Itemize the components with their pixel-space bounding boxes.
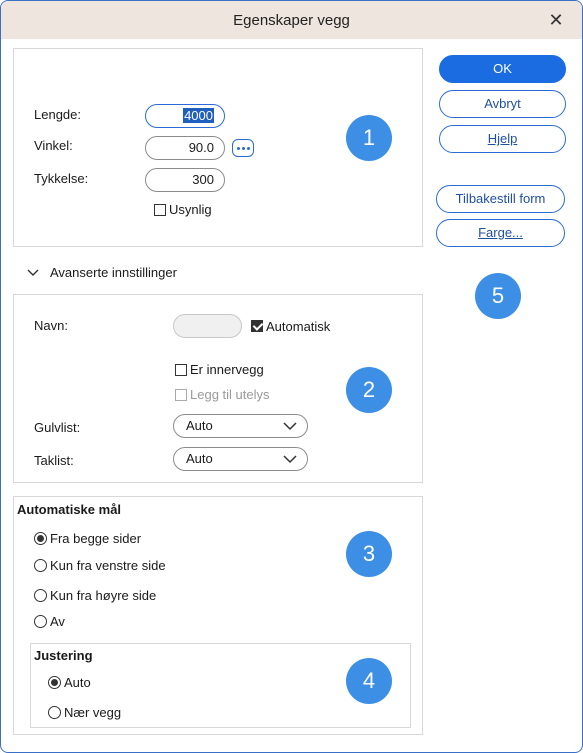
chevron-down-icon: [283, 455, 297, 464]
reset-shape-button-label: Tilbakestill form: [455, 191, 546, 206]
automatic-label: Automatisk: [266, 319, 331, 334]
wall-properties-dialog: Egenskaper vegg ✕ Lengde: 4000 Vinkel: 9…: [0, 0, 583, 753]
dialog-title: Egenskaper vegg: [233, 12, 350, 29]
ceiling-trim-label: Taklist:: [34, 453, 74, 468]
advanced-settings-label: Avanserte innstillinger: [50, 265, 177, 280]
inner-wall-label: Er innervegg: [190, 362, 264, 377]
color-button[interactable]: Farge...: [436, 219, 565, 247]
thickness-field[interactable]: 300: [145, 168, 225, 192]
inner-wall-checkbox[interactable]: [175, 364, 187, 376]
ceiling-trim-select[interactable]: Auto: [173, 447, 308, 471]
radio-align-near-wall-label: Nær vegg: [64, 705, 122, 720]
close-icon[interactable]: ✕: [544, 8, 568, 32]
angle-field[interactable]: 90.0: [145, 136, 225, 160]
radio-both-sides-label: Fra begge sider: [50, 531, 142, 546]
cancel-button-label: Avbryt: [484, 96, 521, 111]
angle-label: Vinkel:: [34, 138, 73, 153]
radio-off-label: Av: [50, 614, 65, 629]
radio-left-side[interactable]: [34, 559, 47, 572]
chevron-down-icon: [283, 422, 297, 431]
add-outside-light-label: Legg til utelys: [190, 387, 270, 402]
invisible-checkbox[interactable]: [154, 204, 166, 216]
cancel-button[interactable]: Avbryt: [439, 90, 566, 118]
name-field[interactable]: [173, 314, 242, 338]
thickness-label: Tykkelse:: [34, 171, 89, 186]
color-button-label: Farge...: [478, 225, 523, 240]
ceiling-trim-value: Auto: [186, 451, 213, 466]
radio-off[interactable]: [34, 615, 47, 628]
chevron-down-icon: [27, 269, 39, 276]
auto-dimensions-panel: Automatiske mål Fra begge sider Kun fra …: [13, 496, 423, 735]
badge-2: 2: [346, 367, 392, 413]
length-field[interactable]: 4000: [145, 104, 225, 128]
help-button-label: Hjelp: [487, 131, 518, 146]
badge-1: 1: [346, 115, 392, 161]
floor-trim-label: Gulvlist:: [34, 420, 81, 435]
radio-align-auto-label: Auto: [64, 675, 91, 690]
radio-right-side[interactable]: [34, 589, 47, 602]
radio-align-near-wall[interactable]: [48, 706, 61, 719]
radio-left-side-label: Kun fra venstre side: [50, 558, 166, 573]
badge-5: 5: [475, 273, 521, 319]
floor-trim-value: Auto: [186, 418, 213, 433]
add-outside-light-checkbox: [175, 389, 187, 401]
alignment-panel: Justering Auto Nær vegg 4: [30, 643, 411, 728]
radio-both-sides[interactable]: [34, 532, 47, 545]
radio-right-side-label: Kun fra høyre side: [50, 588, 157, 603]
ok-button[interactable]: OK: [439, 55, 566, 83]
badge-3: 3: [346, 531, 392, 577]
length-value: 4000: [183, 108, 214, 123]
more-options-icon[interactable]: [232, 139, 254, 157]
advanced-panel: Navn: Automatisk Er innervegg Legg til u…: [13, 294, 423, 483]
auto-dimensions-heading: Automatiske mål: [17, 502, 122, 517]
alignment-heading: Justering: [34, 648, 93, 663]
help-button[interactable]: Hjelp: [439, 125, 566, 153]
floor-trim-select[interactable]: Auto: [173, 414, 308, 438]
badge-4: 4: [346, 658, 392, 704]
name-label: Navn:: [34, 318, 68, 333]
wall-dimensions-panel: Lengde: 4000 Vinkel: 90.0 Tykkelse: 300 …: [13, 48, 423, 247]
reset-shape-button[interactable]: Tilbakestill form: [436, 185, 565, 213]
title-bar: Egenskaper vegg ✕: [1, 1, 582, 39]
length-label: Lengde:: [34, 107, 81, 122]
radio-align-auto[interactable]: [48, 676, 61, 689]
automatic-checkbox[interactable]: [251, 320, 263, 332]
invisible-label: Usynlig: [169, 202, 212, 217]
